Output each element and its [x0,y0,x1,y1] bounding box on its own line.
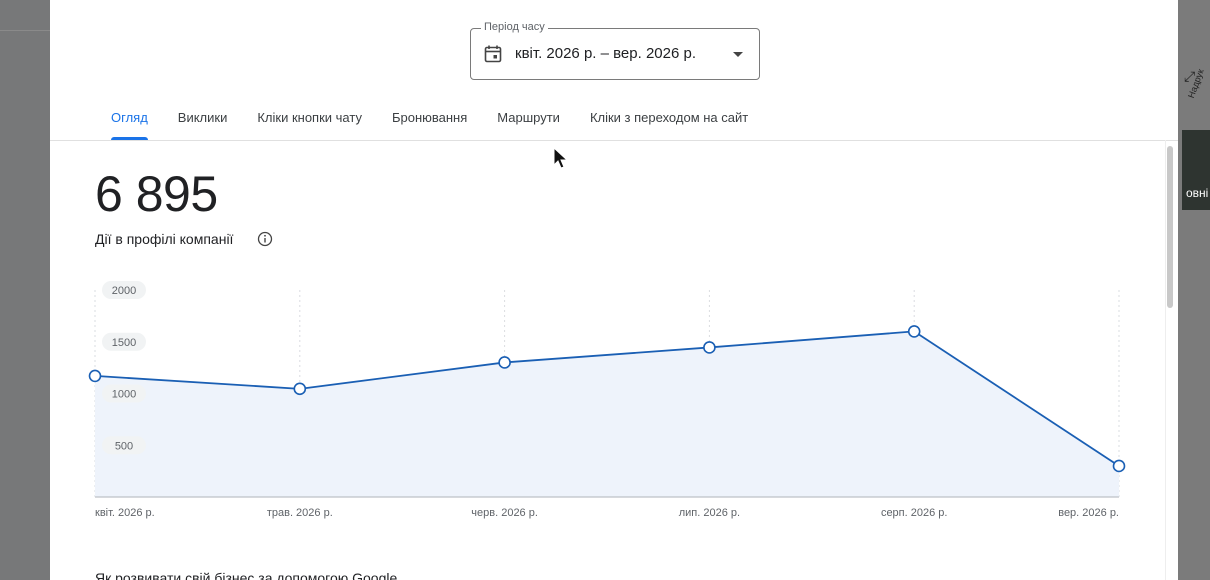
x-tick-label: трав. 2026 р. [267,507,333,519]
data-point[interactable] [498,356,511,369]
x-tick-label: серп. 2026 р. [881,507,948,519]
period-legend: Період часу [481,21,548,33]
y-tick-label: 500 [115,440,133,452]
data-point[interactable] [703,341,716,354]
tab-3[interactable]: Бронювання [392,104,467,140]
y-tick-label: 2000 [112,285,136,297]
performance-dialog: Період часу квіт. 2026 р. – вер. 2026 р.… [50,0,1178,580]
data-point[interactable] [88,369,102,383]
tab-4[interactable]: Маршрути [497,104,560,140]
background-photo-label: овні [1186,186,1209,200]
chevron-down-icon[interactable] [733,52,743,57]
actions-chart: 2000 1500 1000 500 квіт. 2026 р. трав. 2026 р… [88,281,1126,519]
x-tick-label: вер. 2026 р. [1058,507,1119,519]
total-actions-value: 6 895 [95,166,218,222]
tab-1[interactable]: Виклики [178,104,228,140]
tab-0[interactable]: Огляд [111,104,148,140]
tabs-divider [50,140,1178,141]
background-divider [0,30,50,31]
x-tick-label: квіт. 2026 р. [95,507,155,519]
calendar-icon [484,45,502,63]
info-icon[interactable] [257,231,273,247]
mouse-cursor [553,147,569,169]
tab-2[interactable]: Кліки кнопки чату [257,104,362,140]
data-point[interactable] [293,382,307,396]
period-value: квіт. 2026 р. – вер. 2026 р. [515,45,696,62]
tab-5[interactable]: Кліки з переходом на сайт [590,104,748,140]
scrollbar-thumb[interactable] [1167,146,1173,308]
total-actions-label: Дії в профілі компанії [95,231,234,247]
x-tick-label: черв. 2026 р. [471,507,538,519]
x-tick-label: лип. 2026 р. [679,507,740,519]
data-point[interactable] [1112,459,1126,473]
period-selector[interactable]: Період часу квіт. 2026 р. – вер. 2026 р. [470,21,760,80]
tab-bar: Огляд Виклики Кліки кнопки чату Бронювання М… [96,104,763,140]
y-tick-label: 1000 [112,389,136,401]
y-tick-label: 1500 [112,337,136,349]
data-point[interactable] [907,325,921,338]
section-heading: Як розвивати свій бізнес за допомогою Go… [95,570,398,580]
area-fill [95,331,1119,497]
